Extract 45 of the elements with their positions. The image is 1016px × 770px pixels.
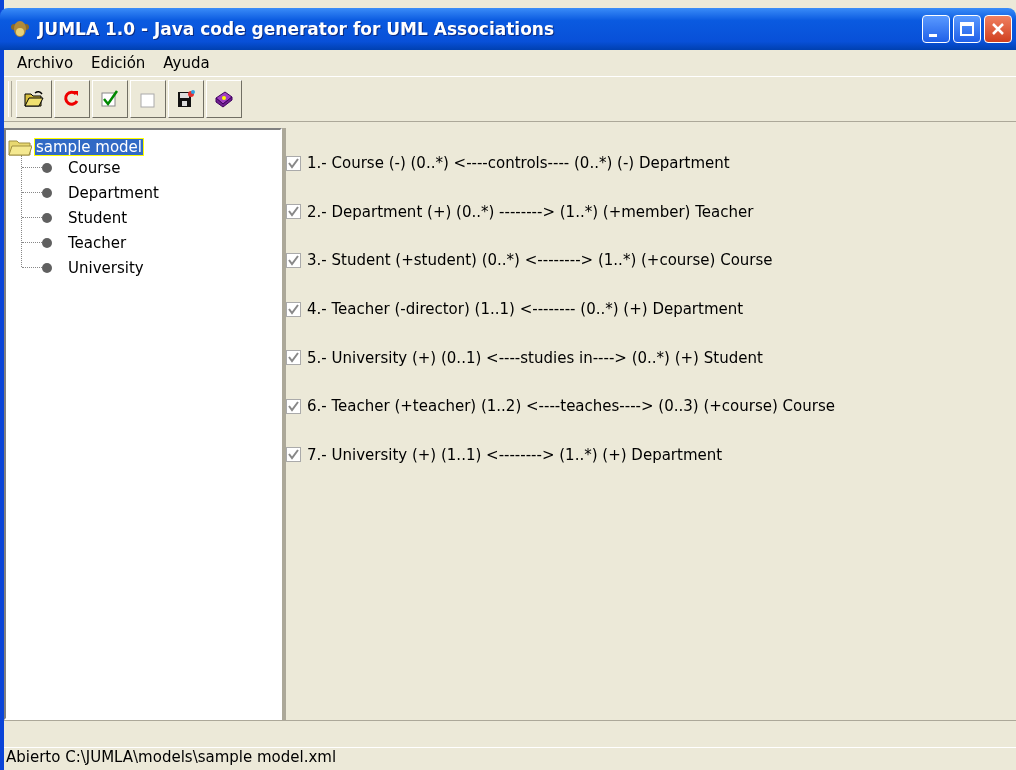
folder-icon (8, 137, 32, 156)
node-bullet-icon (42, 262, 52, 273)
association-text: 1.- Course (-) (0..*) <----controls---- (0..*) (-) Department (307, 154, 730, 173)
node-bullet-icon (42, 237, 52, 248)
checkbox-checked-icon (99, 88, 121, 110)
association-text: 2.- Department (+) (0..*) --------> (1..*) (+member) Teacher (307, 202, 754, 221)
refresh-button[interactable] (54, 80, 90, 118)
book-button[interactable] (206, 80, 242, 118)
menu-item[interactable]: Archivo (8, 54, 83, 72)
checkbox[interactable] (286, 301, 301, 317)
folder-icon (23, 88, 45, 110)
association-text: 7.- University (+) (1..1) <--------> (1..*) (+) Department (307, 445, 723, 464)
node-bullet-icon (42, 162, 52, 173)
window-title: JUMLA 1.0 - Java code generator for UML Associations (38, 19, 556, 39)
floppy-disk-icon (175, 88, 197, 110)
checkbox-button[interactable] (130, 80, 166, 118)
checkbox[interactable] (286, 447, 301, 463)
association-text: 3.- Student (+student) (0..*) <--------> (1..*) (+course) Course (307, 251, 773, 270)
menu-item[interactable]: Edición (82, 54, 155, 72)
checkbox[interactable] (286, 398, 301, 414)
tree-item[interactable]: University (66, 258, 146, 277)
checkbox[interactable] (286, 350, 301, 366)
node-bullet-icon (42, 187, 52, 198)
close-button[interactable] (984, 15, 1012, 43)
checkbox[interactable] (286, 204, 301, 220)
tree-item[interactable]: sample model (34, 137, 144, 156)
minimize-icon (929, 33, 937, 37)
maximize-icon (957, 19, 977, 39)
folder-button[interactable] (16, 80, 52, 118)
checkbox[interactable] (286, 253, 301, 268)
checkbox[interactable] (286, 155, 301, 171)
minimize-button[interactable] (922, 15, 950, 43)
monkey-icon (10, 19, 30, 39)
association-text: 4.- Teacher (-director) (1..1) <-------- (0..*) (+) Department (307, 300, 744, 319)
floppy-disk-button[interactable] (168, 80, 204, 118)
tree-item[interactable]: Department (66, 183, 161, 202)
node-bullet-icon (42, 212, 52, 223)
maximize-button[interactable] (953, 15, 981, 43)
tree-item[interactable]: Course (66, 158, 123, 177)
association-text: 6.- Teacher (+teacher) (1..2) <----teaches----> (0..3) (+course) Course (307, 397, 835, 416)
menu-item[interactable]: Ayuda (154, 54, 219, 72)
checkbox-checked-button[interactable] (92, 80, 128, 118)
tree-item[interactable]: Teacher (66, 233, 129, 252)
tree-item[interactable]: Student (66, 208, 130, 227)
association-text: 5.- University (+) (0..1) <----studies in----> (0..*) (+) Student (307, 348, 763, 367)
